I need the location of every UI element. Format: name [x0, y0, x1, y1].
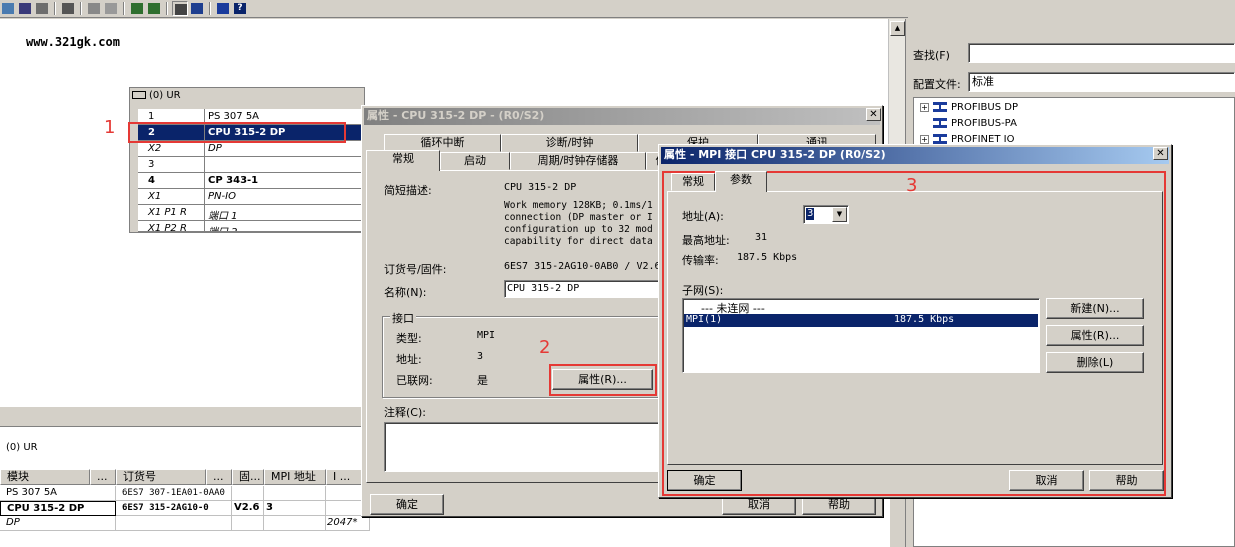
tab-cycle-clock[interactable]: 周期/时钟存储器 — [510, 152, 646, 170]
help-icon[interactable]: ? — [232, 1, 248, 16]
profibus-icon — [933, 118, 947, 128]
col-module-more[interactable]: ... — [90, 469, 116, 485]
highlight-box-3 — [662, 171, 1166, 496]
desc-text: Work memory 128KB; 0.1ms/1 connection (D… — [504, 200, 653, 247]
table-cell[interactable]: 6ES7 307-1EA01-0AA0 — [116, 486, 232, 501]
copy-icon[interactable] — [86, 1, 102, 16]
rack-window[interactable]: (0) UR 1 PS 307 5A 2 CPU 315-2 DP X2 DP 3 4… — [129, 87, 365, 233]
expand-icon[interactable]: + — [920, 134, 929, 144]
search-label: 查找(F) — [913, 49, 950, 62]
address-value: 3 — [477, 351, 484, 362]
expand-icon[interactable]: + — [920, 102, 929, 112]
table-cell[interactable] — [116, 516, 232, 531]
website-watermark: www.321gk.com — [26, 35, 120, 49]
table-cell[interactable]: V2.6 — [232, 501, 264, 516]
download-icon[interactable] — [129, 1, 145, 16]
paste-icon[interactable] — [103, 1, 119, 16]
tree-icon[interactable] — [0, 1, 16, 16]
col-module[interactable]: 模块 — [0, 469, 90, 485]
table-cell[interactable] — [232, 486, 264, 501]
table-cell[interactable]: 3 — [264, 501, 326, 516]
rack-row[interactable]: X1 P2 R端口 2 — [138, 221, 362, 232]
cpu-dialog-title: 属性 - CPU 315-2 DP - (R0/S2) — [364, 108, 880, 125]
scroll-up-icon[interactable]: ▲ — [890, 21, 905, 36]
networked-label: 已联网: — [396, 374, 433, 387]
comment-label: 注释(C): — [384, 406, 426, 419]
annotation-1: 1 — [104, 117, 116, 138]
rack-title: (0) UR — [132, 90, 181, 104]
tab-general[interactable]: 常规 — [366, 150, 440, 171]
profinet-icon — [933, 134, 947, 144]
tree-item[interactable]: + PROFINET IO — [920, 134, 1014, 144]
address-label: 地址: — [396, 353, 422, 366]
table-cell[interactable]: PS 307 5A — [0, 486, 116, 501]
table-cell[interactable] — [264, 516, 326, 531]
table-cell[interactable] — [232, 516, 264, 531]
ok-button[interactable]: 确定 — [370, 494, 444, 515]
type-label: 类型: — [396, 332, 422, 345]
type-value: MPI — [477, 330, 496, 341]
table-cell[interactable]: DP — [0, 516, 116, 531]
desc-value: CPU 315-2 DP — [504, 182, 577, 193]
tree-item[interactable]: + PROFIBUS DP — [920, 102, 1018, 116]
rack-row[interactable]: X2 DP — [138, 141, 362, 157]
rack-row[interactable]: 4 CP 343-1 — [138, 173, 362, 189]
profibus-icon — [933, 102, 947, 112]
save-icon[interactable] — [17, 1, 33, 16]
desc-label: 简短描述: — [384, 184, 432, 197]
col-mpi[interactable]: MPI 地址 — [264, 469, 326, 485]
annotation-2: 2 — [539, 337, 551, 358]
table-cell[interactable]: CPU 315-2 DP — [0, 501, 116, 516]
tab-diagnostics[interactable]: 诊断/时钟 — [501, 134, 638, 152]
name-input[interactable]: CPU 315-2 DP — [504, 280, 664, 298]
rack-row[interactable]: X1 P1 R 端口 1 — [138, 205, 362, 222]
order-value: 6ES7 315-2AG10-0AB0 / V2.6 — [504, 261, 661, 272]
col-order[interactable]: 订货号 — [116, 469, 206, 485]
network-icon[interactable] — [215, 1, 231, 16]
rack-icon — [132, 91, 146, 99]
interface-group-label: 接口 — [390, 310, 416, 326]
compile-icon[interactable] — [34, 1, 50, 16]
comment-input[interactable] — [384, 422, 674, 472]
window-icon[interactable] — [189, 1, 205, 16]
bottom-title: (0) UR — [6, 442, 38, 453]
order-label: 订货号/固件: — [384, 263, 447, 276]
profile-select[interactable]: 标准 — [968, 72, 1235, 92]
close-icon[interactable]: ✕ — [1153, 147, 1168, 160]
rack-row[interactable]: 3 — [138, 157, 362, 173]
highlight-box-1 — [128, 122, 346, 143]
tab-parameters[interactable]: 参数 — [715, 171, 767, 192]
tab-startup[interactable]: 启动 — [440, 152, 510, 170]
tree-item[interactable]: PROFIBUS-PA — [920, 118, 1017, 132]
table-cell[interactable]: 2047* — [326, 516, 370, 531]
upload-icon[interactable] — [146, 1, 162, 16]
table-cell[interactable] — [264, 486, 326, 501]
table-cell[interactable]: 6ES7 315-2AG10-0 — [116, 501, 232, 516]
highlight-box-2 — [549, 364, 657, 396]
profile-label: 配置文件: — [913, 78, 961, 91]
close-icon[interactable]: ✕ — [866, 108, 881, 121]
print-icon[interactable] — [60, 1, 76, 16]
mpi-dialog-title: 属性 - MPI 接口 CPU 315-2 DP (R0/S2) — [661, 147, 1169, 164]
name-label: 名称(N): — [384, 286, 427, 299]
networked-value: 是 — [477, 374, 488, 387]
search-input[interactable] — [968, 43, 1235, 63]
annotation-3: 3 — [906, 175, 918, 196]
rack-row[interactable]: X1 PN-IO — [138, 189, 362, 205]
col-order-more[interactable]: ... — [206, 469, 232, 485]
col-firmware[interactable]: 固... — [232, 469, 264, 485]
catalog-icon[interactable] — [172, 1, 188, 16]
toolbar: ? — [0, 0, 908, 18]
